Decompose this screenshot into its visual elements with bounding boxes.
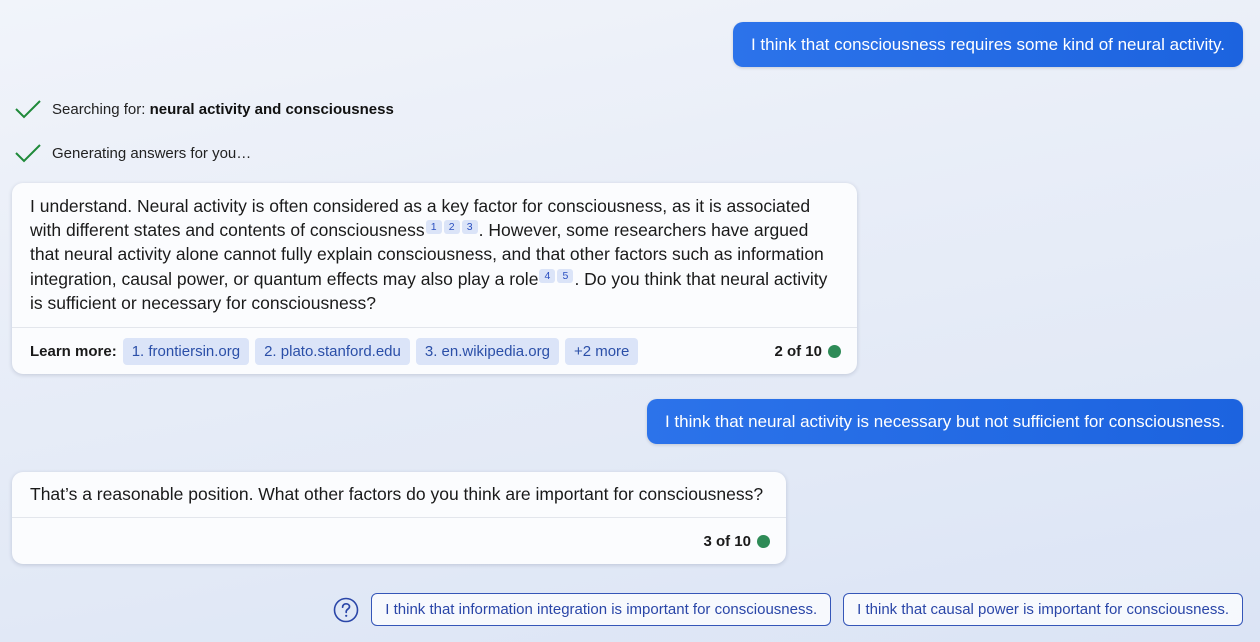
green-dot-icon	[757, 534, 770, 548]
suggested-reply-button[interactable]: I think that causal power is important f…	[843, 593, 1243, 626]
citation-link[interactable]: 1	[425, 220, 442, 235]
bot-response: I understand. Neural activity is often c…	[12, 183, 857, 375]
search-status-query: neural activity and consciousness	[149, 100, 394, 118]
turn-counter: 2 of 10	[774, 343, 841, 360]
suggested-reply-button[interactable]: I think that information integration is …	[371, 593, 832, 626]
bot-response: That’s a reasonable position. What other…	[12, 472, 786, 565]
question-circle-icon[interactable]	[333, 597, 359, 623]
generating-status: Generating answers for you…	[14, 142, 251, 164]
turn-counter: 3 of 10	[703, 533, 770, 550]
bot-response-text: That’s a reasonable position. What other…	[30, 484, 764, 504]
suggested-replies: I think that information integration is …	[333, 593, 1243, 626]
citation-link[interactable]: 3	[461, 220, 478, 235]
source-link[interactable]: 1. frontiersin.org	[122, 337, 250, 365]
response-footer: 3 of 10	[12, 517, 786, 564]
user-message-text: I think that consciousness requires some…	[750, 35, 1225, 54]
bot-response-text: I understand. Neural activity is often c…	[12, 183, 857, 327]
checkmark-icon	[15, 144, 41, 163]
search-status: Searching for: neural activity and consc…	[14, 98, 394, 120]
search-status-prefix: Searching for:	[52, 100, 146, 118]
citation-link[interactable]: 4	[539, 268, 556, 283]
learn-more-label: Learn more:	[30, 342, 117, 360]
source-link[interactable]: 3. en.wikipedia.org	[415, 337, 559, 365]
citation-link[interactable]: 5	[557, 268, 574, 283]
citation-link[interactable]: 2	[443, 220, 460, 235]
turn-counter-text: 2 of 10	[774, 342, 822, 360]
user-message: I think that neural activity is necessar…	[646, 399, 1243, 444]
user-message: I think that consciousness requires some…	[732, 22, 1243, 67]
learn-more-bar: Learn more: 1. frontiersin.org 2. plato.…	[12, 327, 857, 374]
generating-status-text: Generating answers for you…	[52, 144, 252, 162]
checkmark-icon	[15, 100, 41, 119]
more-sources-button[interactable]: +2 more	[564, 337, 639, 365]
source-link[interactable]: 2. plato.stanford.edu	[255, 337, 410, 365]
green-dot-icon	[828, 344, 841, 358]
user-message-text: I think that neural activity is necessar…	[664, 412, 1225, 431]
turn-counter-text: 3 of 10	[703, 532, 751, 550]
